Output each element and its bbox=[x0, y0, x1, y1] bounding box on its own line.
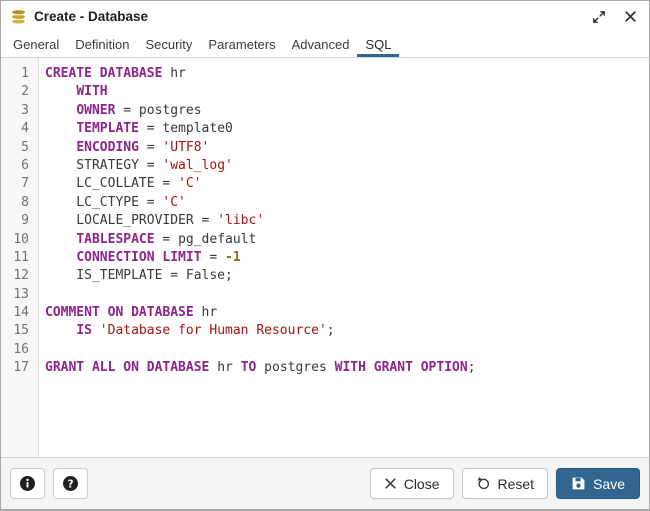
code-line-16 bbox=[45, 341, 649, 359]
line-number: 3 bbox=[1, 102, 38, 120]
code-line-6: STRATEGY = 'wal_log' bbox=[45, 157, 649, 175]
code-line-3: OWNER = postgres bbox=[45, 102, 649, 120]
code-line-10: TABLESPACE = pg_default bbox=[45, 231, 649, 249]
line-number: 5 bbox=[1, 139, 38, 157]
tab-definition[interactable]: Definition bbox=[67, 32, 137, 57]
line-number: 14 bbox=[1, 304, 38, 322]
database-icon bbox=[10, 9, 27, 25]
floppy-icon bbox=[571, 476, 586, 491]
sql-code: CREATE DATABASE hr WITH OWNER = postgres… bbox=[39, 58, 649, 457]
tab-parameters[interactable]: Parameters bbox=[200, 32, 283, 57]
tab-security[interactable]: Security bbox=[137, 32, 200, 57]
line-number: 17 bbox=[1, 359, 38, 377]
tab-advanced[interactable]: Advanced bbox=[284, 32, 358, 57]
info-button[interactable] bbox=[10, 468, 45, 499]
undo-icon bbox=[476, 476, 491, 491]
expand-icon bbox=[592, 10, 606, 24]
reset-button-label: Reset bbox=[498, 476, 535, 492]
save-button-label: Save bbox=[593, 476, 625, 492]
line-number-gutter: 1234567891011121314151617 bbox=[1, 58, 39, 457]
code-line-11: CONNECTION LIMIT = -1 bbox=[45, 249, 649, 267]
line-number: 8 bbox=[1, 194, 38, 212]
reset-button[interactable]: Reset bbox=[462, 468, 549, 499]
question-circle-icon: ? bbox=[62, 475, 79, 492]
code-line-17: GRANT ALL ON DATABASE hr TO postgres WIT… bbox=[45, 359, 649, 377]
dialog-title: Create - Database bbox=[34, 9, 148, 24]
close-dialog-button[interactable] bbox=[622, 8, 639, 25]
line-number: 9 bbox=[1, 212, 38, 230]
create-database-dialog: Create - Database GeneralDefinitio bbox=[0, 0, 650, 511]
svg-text:?: ? bbox=[67, 478, 73, 490]
line-number: 2 bbox=[1, 83, 38, 101]
line-number: 12 bbox=[1, 267, 38, 285]
dialog-footer: ? Close Reset bbox=[1, 457, 649, 509]
help-button[interactable]: ? bbox=[53, 468, 88, 499]
tab-general[interactable]: General bbox=[5, 32, 67, 57]
code-line-2: WITH bbox=[45, 83, 649, 101]
line-number: 15 bbox=[1, 322, 38, 340]
code-line-15: IS 'Database for Human Resource'; bbox=[45, 322, 649, 340]
x-icon bbox=[384, 477, 397, 490]
maximize-button[interactable] bbox=[590, 8, 608, 26]
code-line-8: LC_CTYPE = 'C' bbox=[45, 194, 649, 212]
code-line-5: ENCODING = 'UTF8' bbox=[45, 139, 649, 157]
dialog-titlebar: Create - Database bbox=[1, 1, 649, 32]
code-line-13 bbox=[45, 286, 649, 304]
close-button-label: Close bbox=[404, 476, 440, 492]
sql-editor[interactable]: 1234567891011121314151617 CREATE DATABAS… bbox=[1, 58, 649, 457]
tab-bar: GeneralDefinitionSecurityParametersAdvan… bbox=[1, 32, 649, 58]
line-number: 16 bbox=[1, 341, 38, 359]
code-line-4: TEMPLATE = template0 bbox=[45, 120, 649, 138]
code-line-9: LOCALE_PROVIDER = 'libc' bbox=[45, 212, 649, 230]
code-line-1: CREATE DATABASE hr bbox=[45, 65, 649, 83]
info-circle-icon bbox=[19, 475, 36, 492]
line-number: 7 bbox=[1, 175, 38, 193]
close-icon bbox=[624, 10, 637, 23]
save-button[interactable]: Save bbox=[556, 468, 640, 499]
tab-sql[interactable]: SQL bbox=[357, 32, 399, 57]
line-number: 6 bbox=[1, 157, 38, 175]
line-number: 1 bbox=[1, 65, 38, 83]
line-number: 4 bbox=[1, 120, 38, 138]
line-number: 11 bbox=[1, 249, 38, 267]
line-number: 10 bbox=[1, 231, 38, 249]
close-button[interactable]: Close bbox=[370, 468, 454, 499]
code-line-7: LC_COLLATE = 'C' bbox=[45, 175, 649, 193]
code-line-12: IS_TEMPLATE = False; bbox=[45, 267, 649, 285]
code-line-14: COMMENT ON DATABASE hr bbox=[45, 304, 649, 322]
line-number: 13 bbox=[1, 286, 38, 304]
